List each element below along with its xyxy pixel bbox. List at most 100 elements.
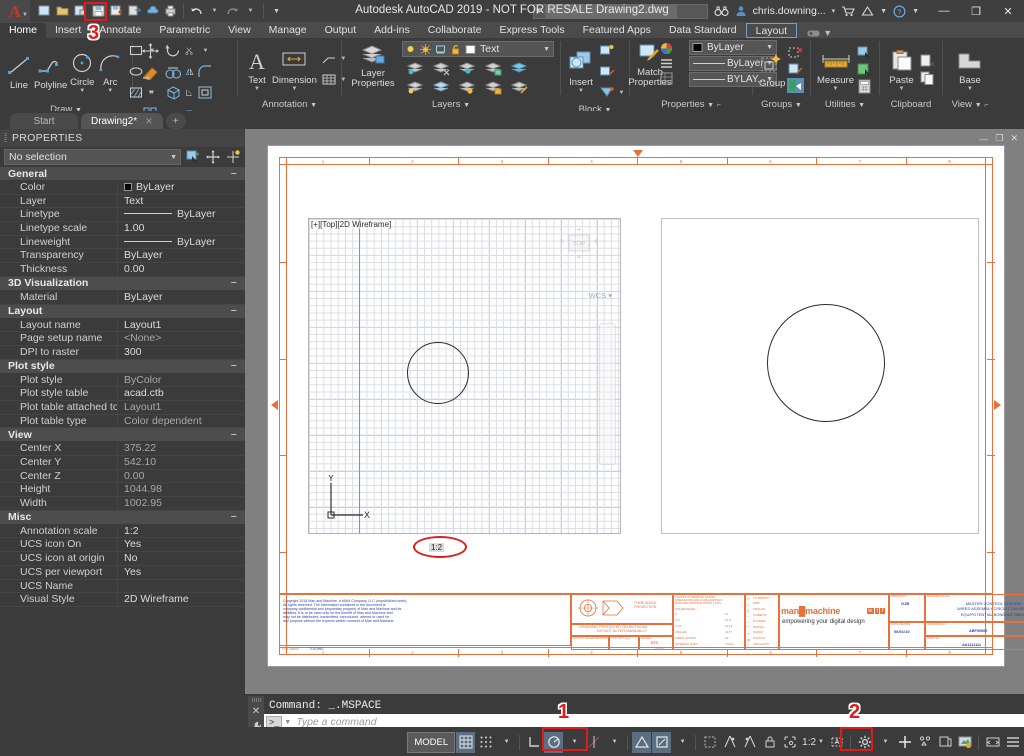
model-viewport[interactable]: [+][Top][2D Wireframe] TOP WCS ▾ Y X [308,218,621,534]
clean-screen-icon[interactable] [983,732,1002,753]
property-row-plot-style-table[interactable]: Plot style table acad.ctb [0,387,245,401]
layer-lock-viewport-icon[interactable] [433,44,448,55]
polyline-button[interactable]: Polyline [34,52,67,91]
collapse-icon[interactable]: − [231,305,237,317]
search-dropdown-icon[interactable]: ▶ [534,7,545,15]
utilities-panel-label[interactable]: Utilities ▼ [813,98,877,111]
layer-freeze2-icon[interactable] [454,77,480,96]
wcs-label[interactable]: WCS ▾ [589,291,612,300]
circle-object-2[interactable] [767,304,885,422]
property-value[interactable]: ByLayer [118,249,245,262]
dynamic-ucs-icon[interactable] [760,732,779,753]
close-icon[interactable]: ✕ [252,706,260,717]
binoculars-icon[interactable] [711,5,732,17]
annotation-monitor-icon[interactable] [895,732,914,753]
isolate-objects-icon[interactable] [935,732,954,753]
drawing-close-button[interactable]: ✕ [1010,133,1018,144]
collapse-icon[interactable]: − [231,429,237,441]
property-category-general[interactable]: General − [0,167,245,181]
property-row-color[interactable]: Color ByLayer [0,181,245,195]
table-icon[interactable] [319,69,339,90]
minimize-button[interactable]: — [928,0,960,22]
property-row-center-y[interactable]: Center Y 542.10 [0,456,245,470]
drawing-area[interactable]: — ❐ ✕ 1122334455667788 [+][Top][2D Wiref… [245,129,1024,694]
new-icon[interactable] [36,2,53,20]
layers-panel-label[interactable]: Layers ▼ [344,98,558,111]
properties-panel-caret-icon[interactable]: ▼ [707,102,714,109]
ribbon-minimize-control[interactable]: ▼ [807,28,832,38]
ribbon-tab-parametric[interactable]: Parametric [150,23,219,38]
property-category-3d-visualization[interactable]: 3D Visualization − [0,276,245,291]
layer-unlock-icon[interactable] [448,44,463,55]
layer-isolate-icon[interactable] [402,58,428,77]
property-row-center-x[interactable]: Center X 375.22 [0,442,245,456]
collapse-icon[interactable]: − [231,360,237,372]
property-row-thickness[interactable]: Thickness 0.00 [0,263,245,277]
command-dropdown-icon[interactable]: ▼ [284,719,291,726]
property-row-plot-style[interactable]: Plot style ByColor [0,373,245,388]
paper-sheet[interactable]: 1122334455667788 [+][Top][2D Wireframe] … [267,145,1024,667]
new-document-tab-button[interactable]: + [165,113,186,129]
property-row-visual-style[interactable]: Visual Style 2D Wireframe [0,593,245,607]
explode-icon[interactable] [162,82,185,103]
property-row-page-setup-name[interactable]: Page setup name <None> [0,332,245,346]
grid-display-icon[interactable] [456,731,476,753]
property-row-annotation-scale[interactable]: Annotation scale 1:2 [0,524,245,539]
property-row-layer[interactable]: Layer Text [0,194,245,209]
layer-color-swatch[interactable] [463,44,478,55]
groups-panel-caret-icon[interactable]: ▼ [795,102,802,109]
cart-icon[interactable] [838,5,858,17]
app-dropdown-icon[interactable]: ▼ [877,8,890,15]
layer-on-all-icon[interactable] [402,77,428,96]
property-value[interactable]: No [118,552,245,565]
view-panel-caret-icon[interactable]: ▼ [975,102,982,109]
quick-select-icon[interactable] [185,149,201,165]
close-button[interactable]: ✕ [992,0,1024,22]
property-row-width[interactable]: Width 1002.95 [0,497,245,511]
undo-dropdown-icon[interactable]: ▼ [206,2,223,20]
quick-select-icon[interactable] [856,45,873,60]
object-snap-icon[interactable] [632,731,652,753]
layers-panel-caret-icon[interactable]: ▼ [463,102,470,109]
viewport-label[interactable]: [+][Top][2D Wireframe] [311,220,392,229]
application-menu-button[interactable]: A ▼ [0,0,30,22]
property-value[interactable]: 0.00 [118,470,245,483]
search-input[interactable] [545,4,678,18]
user-avatar-icon[interactable] [732,5,750,17]
erase-icon[interactable] [139,61,162,82]
second-viewport[interactable] [661,218,979,534]
property-value[interactable]: 0.00 [118,263,245,276]
ribbon-tab-output[interactable]: Output [316,23,366,38]
palette-grip-icon[interactable] [4,133,7,143]
transparency-icon[interactable] [700,732,719,753]
ribbon-tab-layout[interactable]: Layout [745,23,798,38]
edit-attribute-icon[interactable] [597,82,617,103]
collapse-icon[interactable]: − [231,168,237,180]
ortho-mode-icon[interactable] [524,732,543,753]
customization-icon[interactable] [1003,732,1022,753]
property-row-material[interactable]: Material ByLayer [0,290,245,305]
line-button[interactable]: Line [6,52,32,91]
property-row-linetype[interactable]: Linetype ByLayer [0,208,245,223]
property-value[interactable]: Text [118,195,245,208]
autodesk-app-icon[interactable] [858,5,877,17]
arc-button[interactable]: Arc ▼ [97,49,123,94]
measure-geometry-icon[interactable] [856,62,873,77]
view-panel-label[interactable]: View ▼ ⌐ [945,98,995,111]
property-row-linetype-scale[interactable]: Linetype scale 1.00 [0,222,245,236]
annotation-panel-label[interactable]: Annotation ▼ [240,98,339,111]
layer-merge-icon[interactable] [506,58,532,77]
property-value[interactable]: ByLayer [118,291,245,304]
layer-unlock-all-icon[interactable] [480,77,506,96]
property-value[interactable]: 1002.95 [118,497,245,510]
cloud-icon[interactable] [144,2,161,20]
layer-thaw-all-icon[interactable] [428,77,454,96]
property-row-plot-table-type[interactable]: Plot table type Color dependent [0,414,245,429]
trim-dropdown-icon[interactable]: ▼ [194,40,217,61]
drawing-restore-button[interactable]: ❐ [995,133,1003,144]
fillet-icon[interactable] [194,61,217,82]
property-value[interactable]: ByColor [118,374,245,387]
layer-on-icon[interactable] [403,44,418,55]
clipboard-panel-label[interactable]: Clipboard [882,98,940,111]
hardware-acceleration-icon[interactable] [955,732,974,753]
